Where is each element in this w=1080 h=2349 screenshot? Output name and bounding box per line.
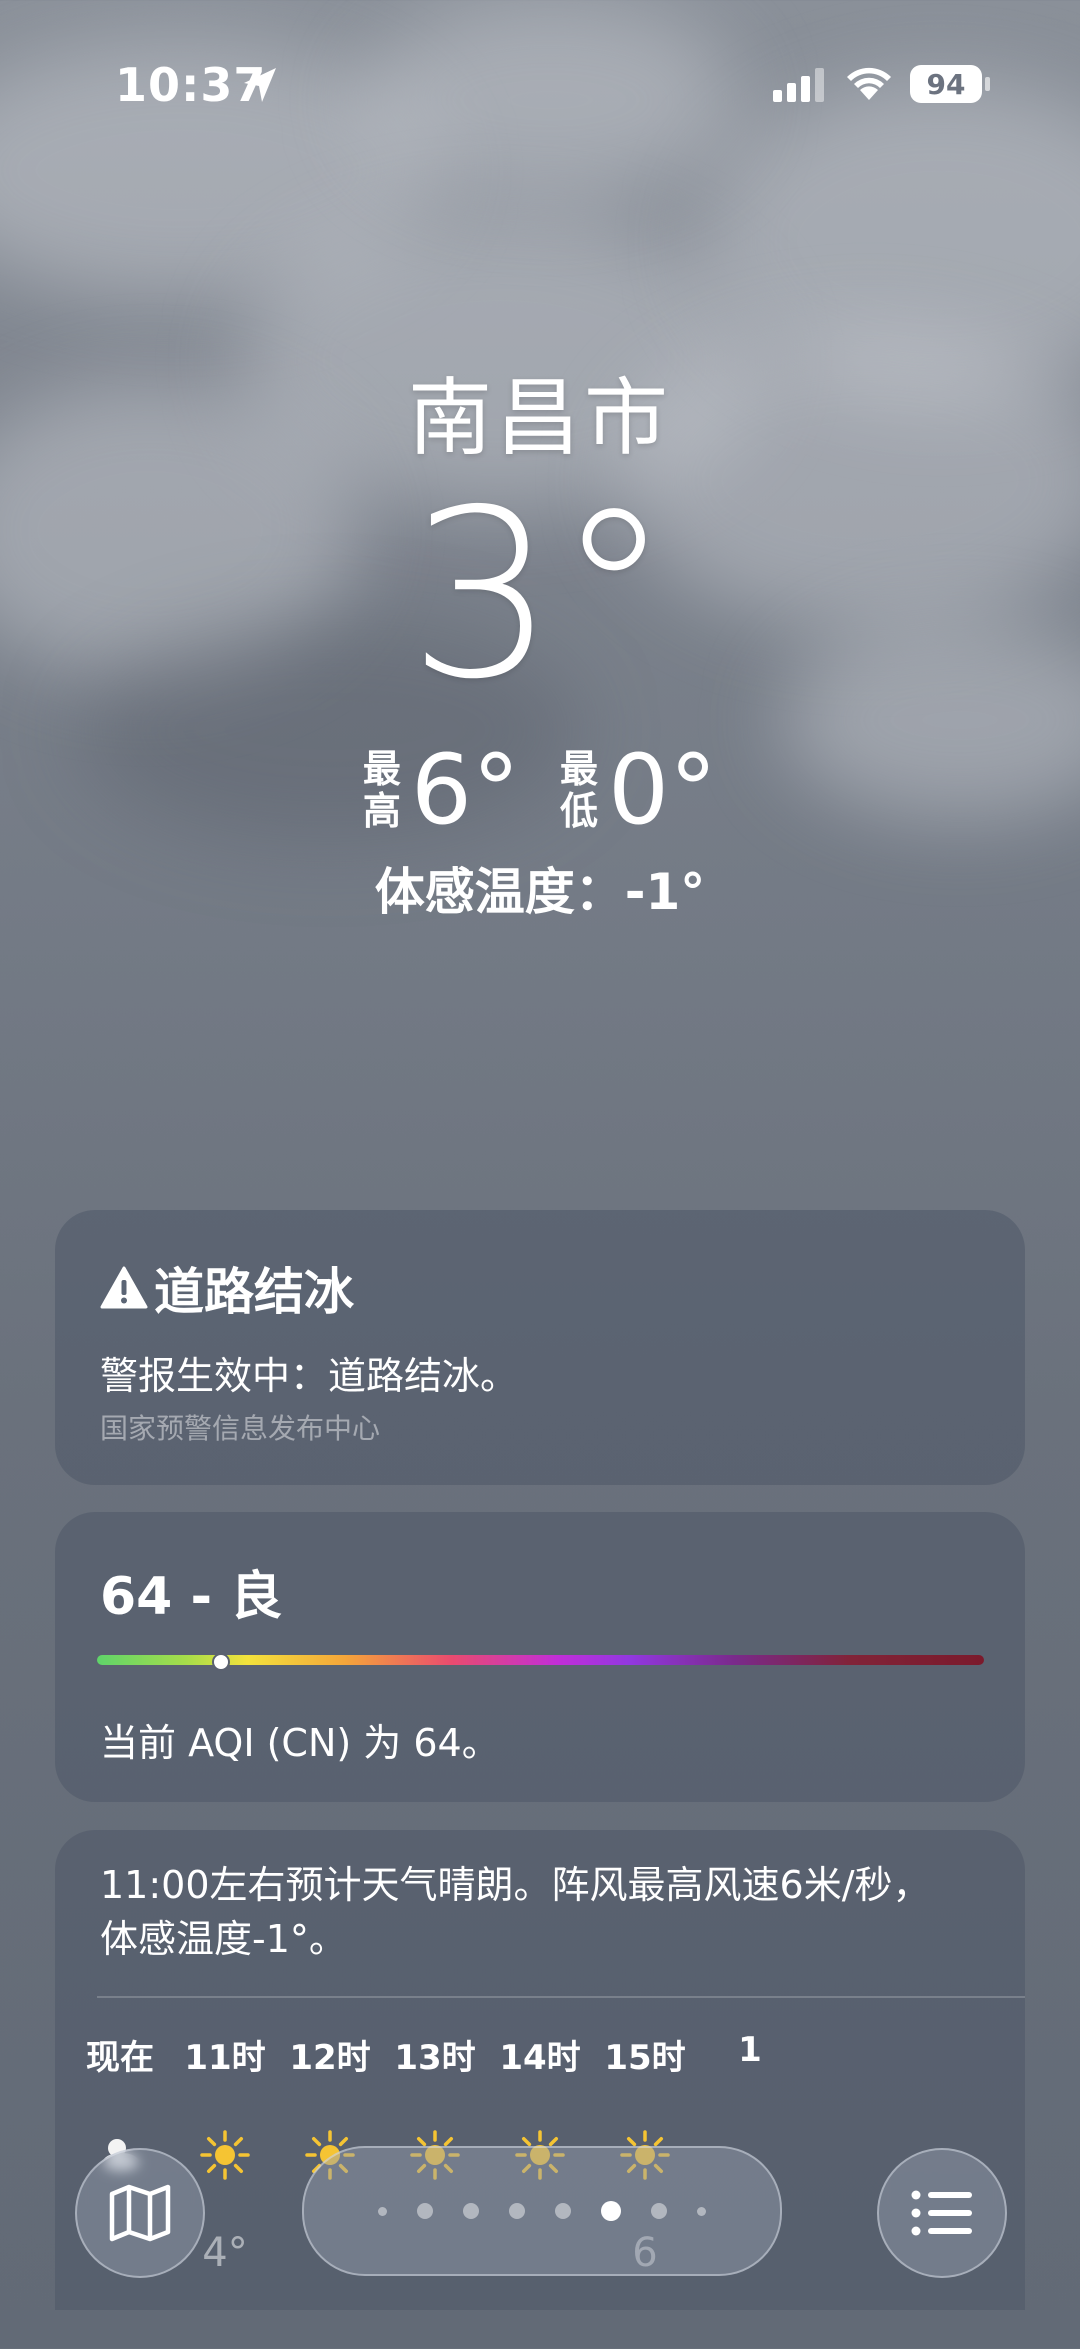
battery-tip [985,77,990,91]
city-list-button[interactable] [877,2148,1007,2278]
alert-source: 国家预警信息发布中心 [100,1412,381,1445]
cellular-signal-icon [773,68,824,102]
hour-label: 现在 [86,2038,154,2078]
warning-icon [100,1266,148,1309]
aqi-title: 64 - 良 [100,1567,283,1627]
current-temperature: 3° [408,460,672,730]
divider [97,1996,1025,1998]
high-temp: 最 高 6° [363,740,520,840]
page-dot-active[interactable] [601,2201,621,2221]
hour-label: 13时 [394,2038,476,2078]
hour-label: 1 [738,2030,762,2070]
hour-label: 15时 [604,2038,686,2078]
aqi-text: 当前 AQI (CN) 为 64。 [100,1721,500,1765]
forecast-summary: 11:00左右预计天气晴朗。阵风最高风速6米/秒， 体感温度-1°。 [100,1863,931,1961]
page-dot[interactable] [417,2203,433,2219]
map-icon [109,2184,171,2242]
sun-icon [200,2130,250,2184]
location-arrow-icon [244,68,276,102]
status-bar: 10:37 94 [0,0,1080,170]
page-dot[interactable] [378,2206,387,2216]
low-temp: 最 低 0° [560,740,717,840]
page-dot[interactable] [509,2203,525,2219]
high-label: 最 高 [362,747,401,833]
high-value: 6° [410,734,520,846]
wifi-icon [847,67,891,100]
city-name: 南昌市 [407,369,672,467]
feels-like: 体感温度：-1° [374,863,706,921]
map-button[interactable] [75,2148,205,2278]
aqi-indicator [212,1653,231,1671]
battery-indicator: 94 [910,65,982,103]
page-dot[interactable] [651,2203,667,2219]
list-icon [911,2190,972,2236]
aqi-scale-bar [97,1655,984,1665]
page-dot[interactable] [555,2203,571,2219]
low-value: 0° [608,734,718,846]
hour-label: 14时 [499,2038,581,2078]
high-low: 最 高 6° 最 低 0° [0,740,1080,840]
alert-title: 道路结冰 [100,1252,354,1324]
page-dot[interactable] [463,2203,479,2219]
hour-label: 11时 [184,2038,266,2078]
page-indicator[interactable] [302,2146,782,2276]
alert-text: 警报生效中：道路结冰。 [100,1354,519,1398]
page-dot[interactable] [697,2206,706,2216]
hour-labels: 现在 11时 12时 13时 14时 15时 1 [55,2030,1025,2080]
alert-card[interactable]: 道路结冰 警报生效中：道路结冰。 国家预警信息发布中心 [55,1210,1025,1485]
hour-label: 12时 [289,2038,371,2078]
low-label: 最 低 [560,747,599,833]
aqi-card[interactable]: 64 - 良 当前 AQI (CN) 为 64。 [55,1512,1025,1802]
